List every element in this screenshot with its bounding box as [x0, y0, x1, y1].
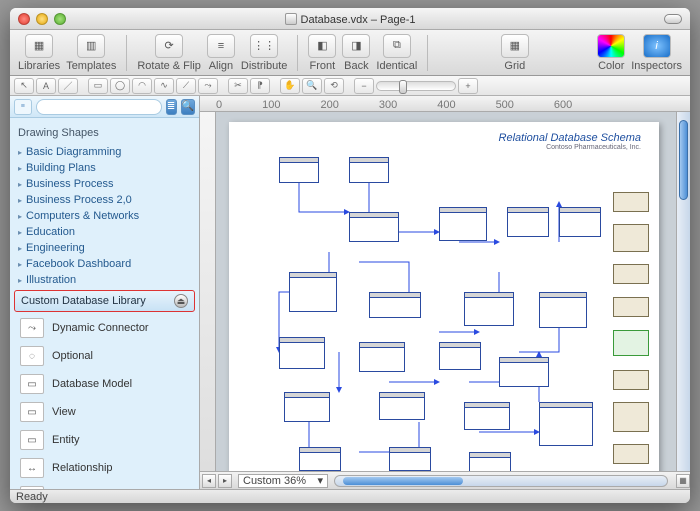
- shape-item[interactable]: ▭ Entity: [10, 426, 199, 454]
- connector-tool-icon[interactable]: ⤳: [198, 78, 218, 94]
- rotate-tool-icon[interactable]: ⟲: [324, 78, 344, 94]
- shape-item[interactable]: TTracking Text: [10, 482, 199, 489]
- shape-icon: ▭: [20, 430, 44, 450]
- sidebar-category[interactable]: Business Process: [10, 176, 199, 192]
- sidebar-category[interactable]: Computers & Networks: [10, 208, 199, 224]
- main-toolbar: ▦Libraries ▥Templates ⟳Rotate & Flip ≡Al…: [10, 30, 690, 76]
- shape-label: Entity: [52, 434, 80, 446]
- sidebar-category[interactable]: Building Plans: [10, 160, 199, 176]
- titlebar[interactable]: Database.vdx – Page-1: [10, 8, 690, 30]
- content-area: ≡ ≣ 🔍 Drawing Shapes Basic DiagrammingBu…: [10, 96, 690, 489]
- grid-button[interactable]: ▦Grid: [501, 34, 529, 72]
- eyedropper-tool-icon[interactable]: ⁋: [250, 78, 270, 94]
- zoom-out-icon[interactable]: −: [354, 78, 374, 94]
- rect-tool-icon[interactable]: ▭: [88, 78, 108, 94]
- shape-icon: ⤳: [20, 318, 44, 338]
- sidebar-category[interactable]: Illustration: [10, 272, 199, 288]
- canvas-statusbar: ◂ ▸ Custom 36%▾ ▦: [200, 471, 690, 489]
- sidebar-heading: Drawing Shapes: [10, 124, 199, 144]
- chevron-down-icon: ▾: [317, 474, 323, 487]
- templates-button[interactable]: ▥Templates: [66, 34, 116, 72]
- er-diagram: [239, 152, 649, 471]
- sidebar-list: Drawing Shapes Basic DiagrammingBuilding…: [10, 118, 199, 489]
- search-input[interactable]: [36, 99, 162, 115]
- color-button[interactable]: Color: [597, 34, 625, 72]
- libraries-button[interactable]: ▦Libraries: [18, 34, 60, 72]
- shape-item[interactable]: ▭ Database Model: [10, 370, 199, 398]
- sidebar-item-custom-database-library[interactable]: Custom Database Library ⏏: [14, 290, 195, 312]
- horizontal-scrollbar[interactable]: [334, 475, 668, 487]
- shape-item[interactable]: ↔ Relationship: [10, 454, 199, 482]
- zoom-slider[interactable]: [376, 81, 456, 91]
- distribute-button[interactable]: ⋮⋮Distribute: [241, 34, 287, 72]
- sidebar-category[interactable]: Business Process 2,0: [10, 192, 199, 208]
- shape-label: Relationship: [52, 462, 113, 474]
- status-footer: Ready: [10, 489, 690, 503]
- arc-tool-icon[interactable]: ◠: [132, 78, 152, 94]
- sidebar-category[interactable]: Basic Diagramming: [10, 144, 199, 160]
- document-icon: [285, 13, 297, 25]
- library-toggle-icon[interactable]: ≡: [14, 99, 32, 115]
- next-page-icon[interactable]: ▸: [218, 474, 232, 488]
- shape-item[interactable]: ▭ View: [10, 398, 199, 426]
- shape-label: Database Model: [52, 378, 132, 390]
- shape-label: Dynamic Connector: [52, 322, 149, 334]
- inspectors-button[interactable]: iInspectors: [631, 34, 682, 72]
- vertical-scrollbar[interactable]: [676, 112, 690, 471]
- zoom-select[interactable]: Custom 36%▾: [238, 474, 328, 488]
- hand-tool-icon[interactable]: ✋: [280, 78, 300, 94]
- list-view-icon[interactable]: ≣: [166, 99, 177, 115]
- sidebar-category[interactable]: Engineering: [10, 240, 199, 256]
- crop-tool-icon[interactable]: ✂: [228, 78, 248, 94]
- text-tool-icon[interactable]: A: [36, 78, 56, 94]
- shape-label: View: [52, 406, 76, 418]
- sidebar-category[interactable]: Facebook Dashboard: [10, 256, 199, 272]
- shape-icon: ↔: [20, 458, 44, 478]
- sidebar: ≡ ≣ 🔍 Drawing Shapes Basic DiagrammingBu…: [10, 96, 200, 489]
- canvas[interactable]: Relational Database Schema Contoso Pharm…: [216, 112, 676, 471]
- window-title: Database.vdx – Page-1: [10, 12, 690, 26]
- tool-strip: ↖ A ／ ▭ ◯ ◠ ∿ ⟋ ⤳ ✂ ⁋ ✋ 🔍 ⟲ − +: [10, 76, 690, 96]
- page[interactable]: Relational Database Schema Contoso Pharm…: [229, 122, 659, 471]
- ellipse-tool-icon[interactable]: ◯: [110, 78, 130, 94]
- rotate-flip-button[interactable]: ⟳Rotate & Flip: [137, 34, 201, 72]
- line-tool-icon[interactable]: ／: [58, 78, 78, 94]
- identical-button[interactable]: ⧉Identical: [376, 34, 417, 72]
- page-grid-icon[interactable]: ▦: [676, 474, 690, 488]
- prev-page-icon[interactable]: ◂: [202, 474, 216, 488]
- eject-icon[interactable]: ⏏: [174, 294, 188, 308]
- shape-item[interactable]: ◌ Optional: [10, 342, 199, 370]
- sidebar-category[interactable]: Education: [10, 224, 199, 240]
- shape-icon: ◌: [20, 346, 44, 366]
- zoom-in-icon[interactable]: +: [458, 78, 478, 94]
- toolbar-toggle-icon[interactable]: [664, 14, 682, 24]
- curve-tool-icon[interactable]: ∿: [154, 78, 174, 94]
- app-window: Database.vdx – Page-1 ▦Libraries ▥Templa…: [10, 8, 690, 503]
- shape-item[interactable]: ⤳ Dynamic Connector: [10, 314, 199, 342]
- shape-icon: ▭: [20, 374, 44, 394]
- sidebar-toolbar: ≡ ≣ 🔍: [10, 96, 199, 118]
- ruler-vertical: [200, 112, 216, 471]
- shape-icon: ▭: [20, 402, 44, 422]
- front-button[interactable]: ◧Front: [308, 34, 336, 72]
- shape-label: Optional: [52, 350, 93, 362]
- diagram-title-block: Relational Database Schema Contoso Pharm…: [499, 132, 641, 151]
- back-button[interactable]: ◨Back: [342, 34, 370, 72]
- align-button[interactable]: ≡Align: [207, 34, 235, 72]
- pointer-tool-icon[interactable]: ↖: [14, 78, 34, 94]
- polyline-tool-icon[interactable]: ⟋: [176, 78, 196, 94]
- ruler-horizontal: 0100200300400500600: [200, 96, 690, 112]
- canvas-area: 0100200300400500600 Relational Database …: [200, 96, 690, 489]
- zoom-tool-icon[interactable]: 🔍: [302, 78, 322, 94]
- search-icon[interactable]: 🔍: [181, 99, 195, 115]
